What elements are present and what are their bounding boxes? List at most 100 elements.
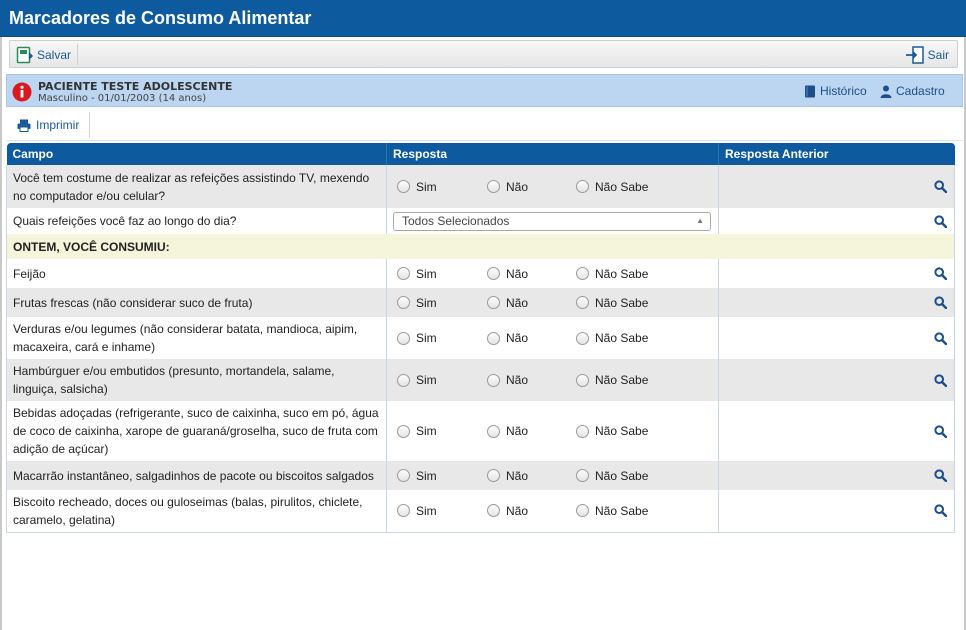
radio-circle-icon xyxy=(487,504,500,518)
history-link[interactable]: Histórico xyxy=(804,84,867,98)
radio-yes[interactable]: Sim xyxy=(397,265,487,283)
previous-answer-cell xyxy=(718,490,955,533)
radio-dont-know-label: Não Sabe xyxy=(595,295,649,310)
radio-dont-know[interactable]: Não Sabe xyxy=(576,329,666,347)
radio-dont-know-label: Não Sabe xyxy=(595,424,649,438)
magnifier-icon[interactable] xyxy=(934,373,947,387)
previous-answer-cell xyxy=(718,359,955,401)
previous-answer-cell xyxy=(718,317,955,359)
radio-dont-know[interactable]: Não Sabe xyxy=(576,294,666,312)
radio-no[interactable]: Não xyxy=(487,502,576,520)
question-label: Bebidas adoçadas (refrigerante, suco de … xyxy=(6,401,387,461)
book-icon xyxy=(805,85,815,97)
patient-details: Masculino - 01/01/2003 (14 anos) xyxy=(38,93,207,104)
radio-dont-know[interactable]: Não Sabe xyxy=(576,422,666,440)
magnifier-icon[interactable] xyxy=(934,180,947,193)
radio-no[interactable]: Não xyxy=(487,467,576,485)
radio-circle-icon xyxy=(487,267,500,280)
register-link[interactable]: Cadastro xyxy=(880,84,945,98)
radio-yes-label: Sim xyxy=(416,424,437,438)
radio-circle-icon xyxy=(397,180,410,193)
save-button[interactable]: Salvar xyxy=(16,44,79,65)
radio-yes-label: Sim xyxy=(416,179,437,194)
previous-answer-cell xyxy=(718,165,955,208)
radio-no[interactable]: Não xyxy=(487,371,576,389)
radio-yes[interactable]: Sim xyxy=(397,294,487,312)
radio-dont-know-label: Não Sabe xyxy=(595,331,649,345)
radio-circle-icon xyxy=(487,469,500,482)
radio-circle-icon xyxy=(397,469,410,482)
magnifier-icon[interactable] xyxy=(934,267,947,280)
radio-yes[interactable]: Sim xyxy=(397,329,487,347)
magnifier-icon[interactable] xyxy=(934,504,947,518)
radio-circle-icon xyxy=(576,424,589,438)
radio-no[interactable]: Não xyxy=(487,422,576,440)
section-label: ONTEM, VOCÊ CONSUMIU: xyxy=(6,234,955,259)
answer-radio-group: Sim Não Não Sabe xyxy=(393,422,712,440)
radio-no[interactable]: Não xyxy=(487,294,576,312)
radio-yes[interactable]: Sim xyxy=(397,422,487,440)
radio-yes[interactable]: Sim xyxy=(397,178,487,196)
radio-circle-icon xyxy=(576,331,589,345)
table-row: Biscoito recheado, doces ou guloseimas (… xyxy=(6,490,955,533)
radio-dont-know[interactable]: Não Sabe xyxy=(576,371,666,389)
radio-dont-know[interactable]: Não Sabe xyxy=(576,502,666,520)
radio-yes[interactable]: Sim xyxy=(397,502,487,520)
answer-cell: Sim Não Não Sabe xyxy=(386,317,719,359)
radio-yes[interactable]: Sim xyxy=(397,371,487,389)
question-label: Macarrão instantâneo, salgadinhos de pac… xyxy=(6,461,387,490)
table-row: Frutas frescas (não considerar suco de f… xyxy=(6,288,955,317)
radio-dont-know[interactable]: Não Sabe xyxy=(576,178,666,196)
radio-dont-know[interactable]: Não Sabe xyxy=(576,467,666,485)
save-icon xyxy=(16,46,33,63)
radio-no[interactable]: Não xyxy=(487,178,576,196)
answer-radio-group: Sim Não Não Sabe xyxy=(393,265,712,283)
radio-yes[interactable]: Sim xyxy=(397,467,487,485)
radio-no-label: Não xyxy=(506,373,529,387)
answer-cell: Sim Não Não Sabe xyxy=(386,165,719,208)
window-title: Marcadores de Consumo Alimentar xyxy=(9,8,312,28)
question-label: Frutas frescas (não considerar suco de f… xyxy=(6,288,387,317)
exit-label: Sair xyxy=(927,47,949,62)
radio-yes-label: Sim xyxy=(416,295,437,310)
answer-radio-group: Sim Não Não Sabe xyxy=(393,467,712,485)
radio-no[interactable]: Não xyxy=(487,329,576,347)
answer-radio-group: Sim Não Não Sabe xyxy=(393,371,712,389)
radio-circle-icon xyxy=(576,267,589,280)
radio-circle-icon xyxy=(576,296,589,309)
radio-circle-icon xyxy=(576,504,589,518)
radio-circle-icon xyxy=(397,267,410,280)
question-label: Você tem costume de realizar as refeiçõe… xyxy=(6,165,387,208)
answer-cell: Sim Não Não Sabe xyxy=(386,259,719,288)
radio-no-label: Não xyxy=(506,179,529,194)
table-row: Feijão Sim Não Não Sabe xyxy=(6,259,955,288)
radio-circle-icon xyxy=(397,296,410,309)
question-label: Biscoito recheado, doces ou guloseimas (… xyxy=(6,490,387,533)
meals-select[interactable]: Todos Selecionados ▲ xyxy=(393,211,711,231)
column-header-field: Campo xyxy=(6,143,387,165)
magnifier-icon[interactable] xyxy=(934,296,947,309)
radio-dont-know-label: Não Sabe xyxy=(595,503,649,518)
user-icon xyxy=(880,85,892,98)
magnifier-icon[interactable] xyxy=(934,331,947,345)
caret-up-icon: ▲ xyxy=(696,216,704,225)
answer-cell: Sim Não Não Sabe xyxy=(386,490,719,533)
radio-dont-know-label: Não Sabe xyxy=(595,266,649,281)
previous-answer-cell xyxy=(718,288,955,317)
print-button[interactable]: Imprimir xyxy=(9,112,91,138)
radio-dont-know-label: Não Sabe xyxy=(595,179,649,194)
question-label: Quais refeições você faz ao longo do dia… xyxy=(6,208,387,234)
radio-dont-know[interactable]: Não Sabe xyxy=(576,265,666,283)
answer-cell: Todos Selecionados ▲ xyxy=(386,208,719,234)
magnifier-icon[interactable] xyxy=(934,424,947,438)
exit-button[interactable]: Sair xyxy=(905,44,949,65)
window-titlebar: Marcadores de Consumo Alimentar xyxy=(0,0,966,37)
radio-no[interactable]: Não xyxy=(487,265,576,283)
answer-radio-group: Sim Não Não Sabe xyxy=(393,294,712,312)
radio-dont-know-label: Não Sabe xyxy=(595,373,649,387)
register-label: Cadastro xyxy=(896,84,945,98)
magnifier-icon[interactable] xyxy=(934,214,947,228)
magnifier-icon[interactable] xyxy=(934,469,947,482)
radio-circle-icon xyxy=(397,504,410,518)
radio-no-label: Não xyxy=(506,331,529,345)
